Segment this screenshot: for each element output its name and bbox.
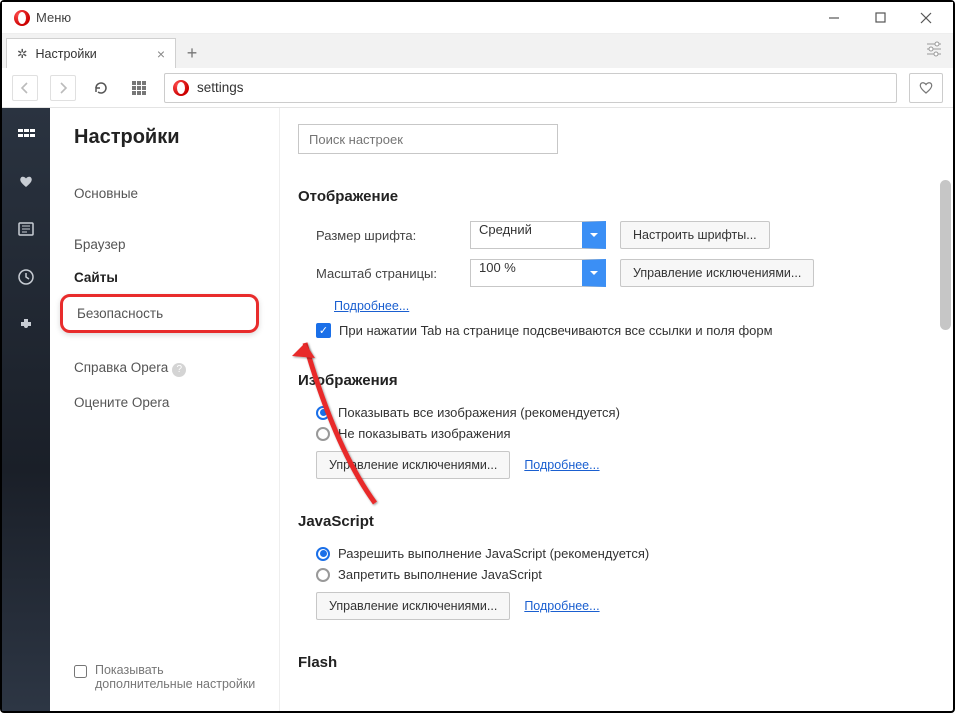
js-deny-radio[interactable]: Запретить выполнение JavaScript bbox=[298, 567, 925, 582]
tab-bar: ✲ Настройки × + bbox=[2, 34, 953, 68]
scrollbar[interactable] bbox=[940, 180, 951, 360]
tab-highlight-checkbox[interactable]: ✓ bbox=[316, 323, 331, 338]
minimize-button[interactable] bbox=[811, 2, 857, 34]
history-nav-icon[interactable] bbox=[15, 266, 37, 288]
sidebar-item-security[interactable]: Безопасность bbox=[77, 297, 256, 330]
display-more-link[interactable]: Подробнее... bbox=[334, 299, 409, 313]
font-size-label: Размер шрифта: bbox=[316, 228, 456, 243]
js-exceptions-button[interactable]: Управление исключениями... bbox=[316, 592, 510, 620]
images-exceptions-button[interactable]: Управление исключениями... bbox=[316, 451, 510, 479]
menu-label[interactable]: Меню bbox=[36, 10, 71, 25]
sidebar-item-help[interactable]: Справка Opera? bbox=[74, 351, 279, 386]
bookmarks-nav-icon[interactable] bbox=[15, 170, 37, 192]
gear-icon: ✲ bbox=[17, 46, 27, 61]
advanced-checkbox-input[interactable] bbox=[74, 665, 87, 678]
news-nav-icon[interactable] bbox=[15, 218, 37, 240]
zoom-exceptions-button[interactable]: Управление исключениями... bbox=[620, 259, 814, 287]
radio-checked-icon bbox=[316, 406, 330, 420]
reload-button[interactable] bbox=[88, 75, 114, 101]
customize-fonts-button[interactable]: Настроить шрифты... bbox=[620, 221, 770, 249]
section-images: Изображения Показывать все изображения (… bbox=[298, 372, 925, 479]
extensions-nav-icon[interactable] bbox=[15, 314, 37, 336]
scrollbar-thumb[interactable] bbox=[940, 180, 951, 330]
url-text: settings bbox=[197, 80, 888, 95]
url-field[interactable]: settings bbox=[164, 73, 897, 103]
left-icon-bar bbox=[2, 108, 50, 711]
forward-button[interactable] bbox=[50, 75, 76, 101]
sidebar-item-rate[interactable]: Оцените Opera bbox=[74, 386, 279, 419]
section-title-javascript: JavaScript bbox=[298, 513, 925, 530]
images-show-all-radio[interactable]: Показывать все изображения (рекомендуетс… bbox=[298, 405, 925, 420]
new-tab-button[interactable]: + bbox=[176, 38, 208, 68]
back-button[interactable] bbox=[12, 75, 38, 101]
address-bar: settings bbox=[2, 68, 953, 108]
js-more-link[interactable]: Подробнее... bbox=[524, 599, 599, 613]
radio-checked-icon bbox=[316, 547, 330, 561]
bookmark-heart-button[interactable] bbox=[909, 73, 943, 103]
window-titlebar: Меню bbox=[2, 2, 953, 34]
section-display: Отображение Размер шрифта: Средний Настр… bbox=[298, 188, 925, 338]
page-zoom-select[interactable]: 100 % bbox=[470, 259, 606, 287]
tab-highlight-label: При нажатии Tab на странице подсвечивают… bbox=[339, 323, 773, 338]
speed-dial-icon[interactable] bbox=[126, 75, 152, 101]
easy-setup-icon[interactable] bbox=[925, 40, 943, 63]
page-zoom-label: Масштаб страницы: bbox=[316, 266, 456, 281]
font-size-select[interactable]: Средний bbox=[470, 221, 606, 249]
advanced-settings-checkbox[interactable]: Показывать дополнительные настройки bbox=[74, 663, 279, 691]
advanced-checkbox-label: Показывать дополнительные настройки bbox=[95, 663, 259, 691]
section-title-images: Изображения bbox=[298, 372, 925, 389]
js-allow-radio[interactable]: Разрешить выполнение JavaScript (рекомен… bbox=[298, 546, 925, 561]
opera-logo-icon bbox=[14, 10, 30, 26]
settings-sidebar: Настройки Основные Браузер Сайты Безопас… bbox=[50, 108, 280, 711]
images-hide-all-radio[interactable]: Не показывать изображения bbox=[298, 426, 925, 441]
speed-dial-nav-icon[interactable] bbox=[15, 122, 37, 144]
images-more-link[interactable]: Подробнее... bbox=[524, 458, 599, 472]
close-button[interactable] bbox=[903, 2, 949, 34]
tab-settings[interactable]: ✲ Настройки × bbox=[6, 38, 176, 68]
help-icon: ? bbox=[172, 363, 186, 377]
sidebar-item-basic[interactable]: Основные bbox=[74, 177, 279, 210]
page-title: Настройки bbox=[74, 126, 279, 149]
tab-title: Настройки bbox=[35, 47, 96, 61]
sidebar-item-browser[interactable]: Браузер bbox=[74, 228, 279, 261]
section-title-flash: Flash bbox=[298, 654, 925, 671]
sidebar-item-sites[interactable]: Сайты bbox=[74, 261, 279, 294]
radio-unchecked-icon bbox=[316, 427, 330, 441]
tab-close-button[interactable]: × bbox=[157, 46, 165, 62]
section-flash: Flash bbox=[298, 654, 925, 671]
opera-badge-icon bbox=[173, 80, 189, 96]
section-title-display: Отображение bbox=[298, 188, 925, 205]
section-javascript: JavaScript Разрешить выполнение JavaScri… bbox=[298, 513, 925, 620]
search-settings-input[interactable] bbox=[298, 124, 558, 154]
radio-unchecked-icon bbox=[316, 568, 330, 582]
settings-content: Отображение Размер шрифта: Средний Настр… bbox=[280, 108, 953, 711]
maximize-button[interactable] bbox=[857, 2, 903, 34]
